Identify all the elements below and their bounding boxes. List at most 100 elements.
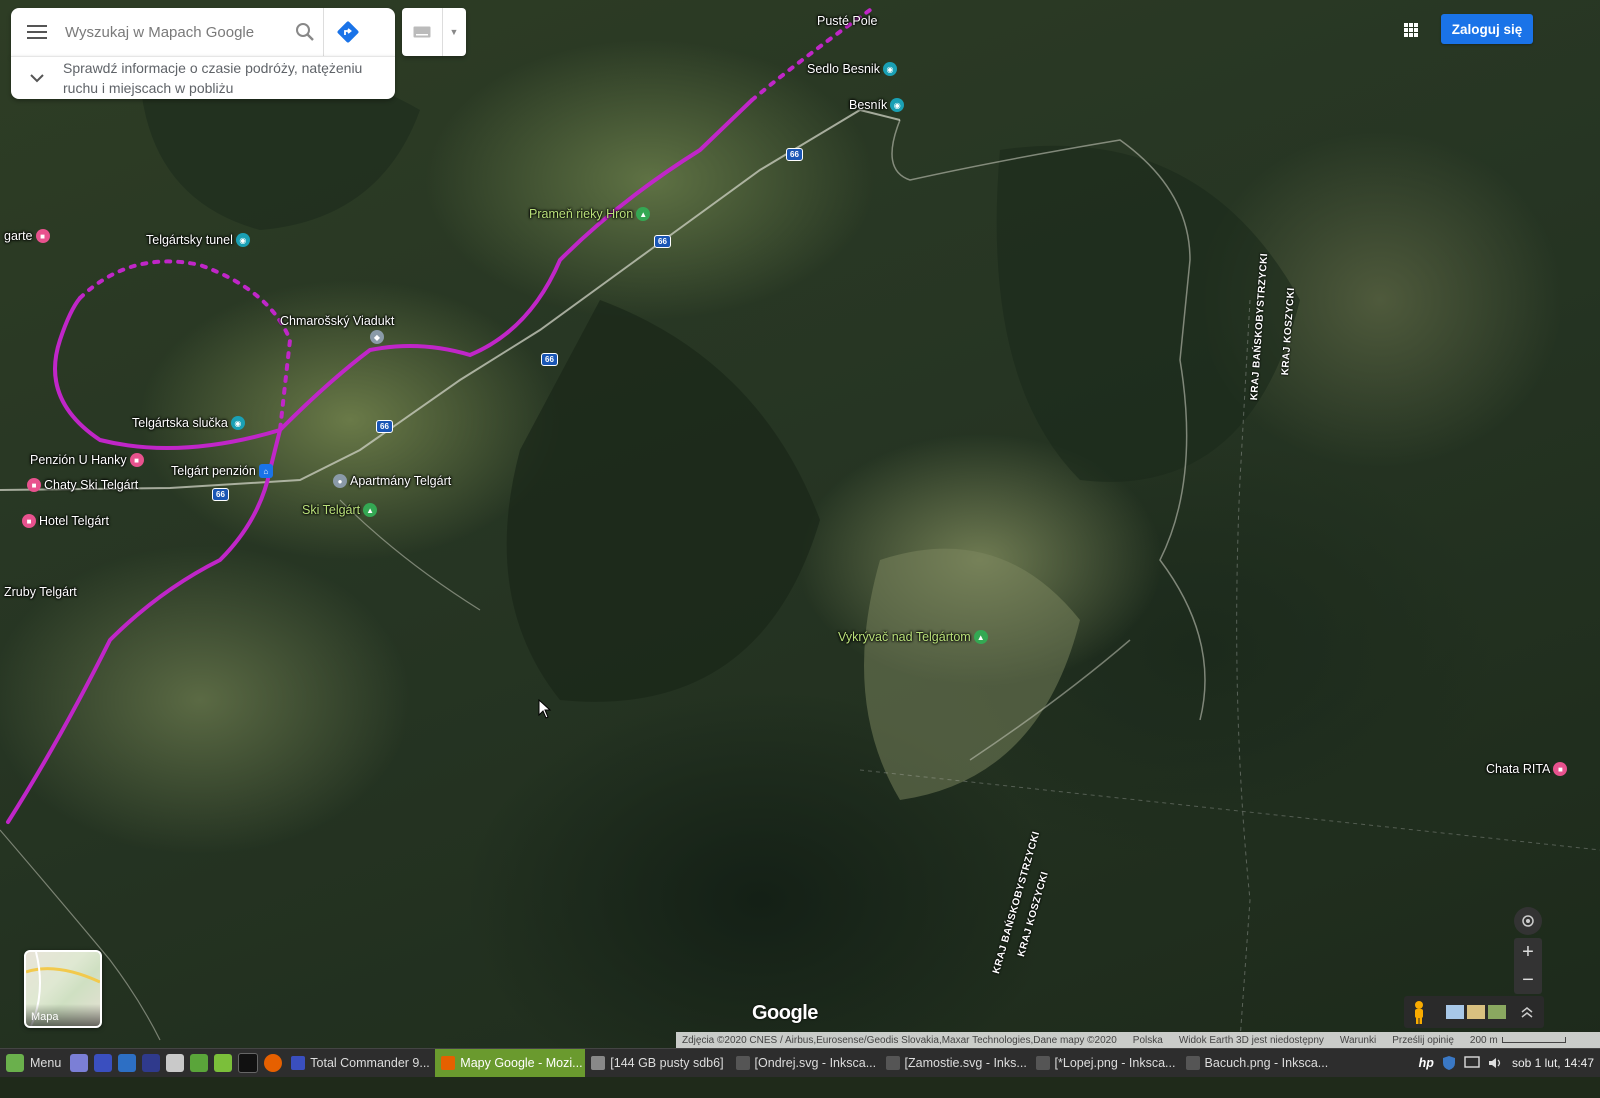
search-input[interactable] — [63, 22, 287, 42]
clock[interactable]: sob 1 lut, 14:47 — [1512, 1056, 1594, 1070]
task-disk[interactable]: [144 GB pusty sdb6] — [585, 1049, 729, 1077]
zoom-out-button[interactable]: − — [1514, 966, 1542, 994]
launcher-icon[interactable] — [118, 1054, 137, 1072]
folder-icon[interactable] — [214, 1054, 233, 1072]
place-chaty-ski-telgart[interactable]: ■ Chaty Ski Telgárt — [27, 478, 138, 492]
signin-button[interactable]: Zaloguj się — [1441, 14, 1533, 44]
shield-icon[interactable] — [1442, 1055, 1456, 1071]
scale-label: 200 m — [1469, 1034, 1498, 1046]
map-layer-toggle[interactable]: Mapa — [24, 950, 102, 1028]
hotel-pin-icon: ■ — [1553, 762, 1568, 776]
pegman-icon[interactable] — [1406, 998, 1432, 1026]
place-penzion-u-hanky[interactable]: Penzión U Hanky ■ — [30, 453, 144, 467]
launcher-icon[interactable] — [70, 1054, 89, 1072]
my-location-button[interactable] — [1514, 907, 1542, 935]
system-tray: hp sob 1 lut, 14:47 — [1419, 1049, 1594, 1077]
task-firefox-maps[interactable]: Mapy Google - Mozi... — [435, 1049, 586, 1077]
task-label: [144 GB pusty sdb6] — [610, 1056, 724, 1070]
place-zruby-telgart[interactable]: Zruby Telgárt — [4, 585, 77, 599]
route-66-sign: 66 — [212, 488, 229, 501]
chevron-down-icon — [30, 74, 44, 83]
task-inkscape-ondrej[interactable]: [Ondrej.svg - Inksca... — [730, 1049, 880, 1077]
country-link[interactable]: Polska — [1133, 1035, 1163, 1046]
travel-info-panel[interactable]: Sprawdź informacje o czasie podróży, nat… — [11, 56, 395, 99]
place-garte[interactable]: garte ■ — [4, 229, 50, 243]
place-ski-telgart[interactable]: Ski Telgárt ▲ — [302, 503, 378, 517]
camera-pin-icon: ◉ — [882, 62, 897, 76]
place-label: Ski Telgárt — [302, 503, 361, 517]
zoom-in-button[interactable]: + — [1514, 938, 1542, 966]
earth-3d-notice: Widok Earth 3D jest niedostępny — [1178, 1034, 1324, 1046]
task-total-commander[interactable]: Total Commander 9... — [285, 1049, 435, 1077]
hamburger-icon — [27, 25, 47, 39]
hotel-pin-icon: ■ — [27, 478, 41, 492]
keyboard-icon — [413, 26, 431, 38]
expand-up-icon[interactable] — [1520, 1005, 1534, 1019]
place-apartmany-telgart[interactable]: ● Apartmány Telgárt — [333, 474, 451, 488]
google-apps-button[interactable] — [1397, 16, 1425, 44]
firefox-icon[interactable] — [264, 1054, 283, 1072]
dropdown-arrow-icon[interactable]: ▼ — [442, 8, 465, 56]
place-pramen-rieky-hron[interactable]: Prameň rieky Hron ▲ — [529, 207, 651, 221]
mint-logo-icon — [6, 1054, 24, 1072]
terminal-icon[interactable] — [238, 1053, 259, 1073]
search-button[interactable] — [287, 8, 323, 56]
directions-button[interactable] — [323, 8, 372, 56]
launcher-icon[interactable] — [166, 1054, 185, 1072]
launcher-icon[interactable] — [94, 1054, 113, 1072]
place-telgartsky-tunel[interactable]: Telgártsky tunel ◉ — [146, 233, 250, 247]
task-inkscape-lopej[interactable]: [*Lopej.png - Inksca... — [1030, 1049, 1180, 1077]
place-telgartska-slucka[interactable]: Telgártska slučka ◉ — [132, 416, 245, 430]
imagery-thumb-2[interactable] — [1467, 1005, 1485, 1019]
map-footer: Zdjęcia ©2020 CNES / Airbus,Eurosense/Ge… — [676, 1032, 1600, 1048]
terms-link[interactable]: Warunki — [1340, 1035, 1376, 1046]
scale-bar — [1501, 1037, 1566, 1043]
search-icon — [296, 23, 314, 41]
task-inkscape-zamostie[interactable]: [Zamostie.svg - Inks... — [880, 1049, 1030, 1077]
imagery-thumb-1[interactable] — [1446, 1005, 1464, 1019]
place-hotel-telgart[interactable]: ■ Hotel Telgárt — [22, 514, 109, 528]
place-chmarossky-viadukt[interactable]: Chmarošský Viadukt ◆ — [280, 314, 394, 344]
route-66-sign: 66 — [376, 420, 393, 433]
zoom-controls: + − — [1514, 938, 1542, 994]
hotel-pin-icon: ■ — [35, 229, 50, 243]
taskbar: Menu Total Commander 9... Mapy Google - … — [0, 1048, 1600, 1077]
place-telgart-penzion[interactable]: Telgárt penzión ⌂ — [171, 464, 273, 478]
task-inkscape-bacuch[interactable]: Bacuch.png - Inksca... — [1180, 1049, 1330, 1077]
app-icon — [591, 1056, 606, 1070]
hp-icon[interactable]: hp — [1419, 1056, 1434, 1070]
task-label: [*Lopej.png - Inksca... — [1054, 1056, 1176, 1070]
menu-button[interactable] — [11, 8, 63, 56]
nature-pin-icon: ▲ — [636, 207, 651, 221]
place-puste-pole[interactable]: Pusté Pole — [817, 14, 877, 28]
start-menu-button[interactable]: Menu — [0, 1049, 67, 1077]
volume-icon[interactable] — [1488, 1056, 1504, 1070]
place-label: Sedlo Besnik — [807, 62, 880, 76]
google-logo: Google — [752, 1002, 818, 1024]
camera-pin-icon: ◉ — [230, 416, 245, 430]
landmark-pin-icon: ◆ — [370, 330, 384, 344]
input-tools-button[interactable]: ▼ — [402, 8, 466, 56]
launcher-icon[interactable] — [190, 1054, 209, 1072]
satellite-map[interactable]: Pusté Pole Sedlo Besnik ◉ Besník ◉ Prameň … — [0, 0, 1600, 1070]
place-label: Zruby Telgárt — [4, 585, 77, 599]
place-sedlo-besnik[interactable]: Sedlo Besnik ◉ — [807, 62, 897, 76]
mouse-cursor-icon — [538, 699, 552, 719]
tex-icon[interactable] — [142, 1054, 161, 1072]
display-icon[interactable] — [1464, 1056, 1480, 1070]
map-layer-label: Mapa — [26, 1004, 100, 1026]
street-view-bar — [1404, 996, 1544, 1028]
hotel-pin-icon: ■ — [22, 514, 36, 528]
scale-indicator[interactable]: 200 m — [1470, 1035, 1566, 1046]
place-besnik[interactable]: Besník ◉ — [849, 98, 905, 112]
place-label: Prameň rieky Hron — [529, 207, 634, 221]
place-vykryvac[interactable]: Vykrývač nad Telgártom ▲ — [838, 630, 988, 644]
route-66-sign: 66 — [654, 235, 671, 248]
route-66-sign: 66 — [786, 148, 803, 161]
feedback-link[interactable]: Prześlij opinię — [1392, 1035, 1454, 1046]
imagery-thumb-3[interactable] — [1488, 1005, 1506, 1019]
task-label: Mapy Google - Mozi... — [460, 1056, 583, 1070]
place-label: Telgártska slučka — [132, 416, 228, 430]
place-chata-rita[interactable]: Chata RITA ■ — [1486, 762, 1568, 776]
place-label: Telgárt penzión — [171, 464, 256, 478]
